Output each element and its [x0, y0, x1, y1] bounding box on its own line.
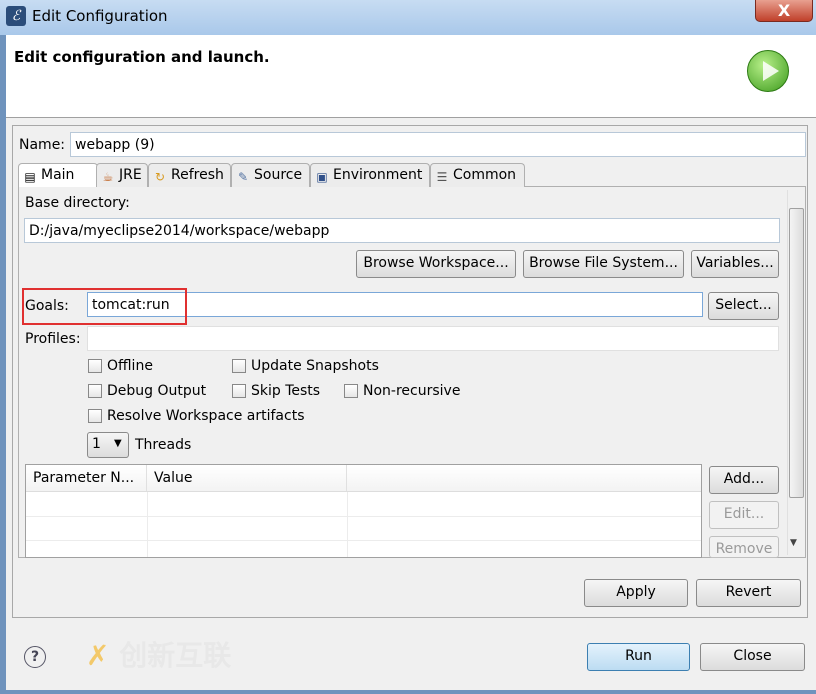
jre-icon: ☕ — [102, 170, 114, 184]
skip-tests-label: Skip Tests — [251, 383, 321, 399]
parameters-table[interactable]: Parameter N... Value — [25, 464, 702, 558]
name-input[interactable]: webapp (9) — [70, 132, 806, 157]
close-button[interactable]: Close — [700, 643, 805, 671]
select-goals-button[interactable]: Select... — [708, 292, 779, 320]
resolve-workspace-label: Resolve Workspace artifacts — [107, 408, 305, 424]
scroll-down-arrow-icon[interactable]: ▼ — [790, 538, 797, 548]
watermark-logo: ✗ 创新互联 — [86, 639, 232, 672]
threads-dropdown[interactable]: 1 ▼ — [87, 432, 129, 458]
tab-environment[interactable]: ▣ Environment — [310, 163, 430, 187]
update-snapshots-checkbox[interactable] — [232, 359, 246, 373]
update-snapshots-label: Update Snapshots — [251, 358, 379, 374]
tab-main[interactable]: ▤ Main — [18, 163, 98, 187]
scrollbar-thumb[interactable] — [789, 208, 804, 498]
run-button[interactable]: Run — [587, 643, 690, 671]
tab-refresh[interactable]: ↻ Refresh — [148, 163, 231, 187]
help-icon[interactable]: ? — [24, 646, 46, 668]
non-recursive-label: Non-recursive — [363, 383, 461, 399]
tab-jre[interactable]: ☕ JRE — [96, 163, 148, 187]
column-header-parameter-name[interactable]: Parameter N... — [26, 465, 147, 492]
add-parameter-button[interactable]: Add... — [709, 466, 779, 494]
tab-common[interactable]: ☰ Common — [430, 163, 525, 187]
debug-output-label: Debug Output — [107, 383, 207, 399]
offline-checkbox[interactable] — [88, 359, 102, 373]
profiles-input[interactable] — [87, 326, 779, 351]
remove-parameter-button[interactable]: Remove — [709, 536, 779, 558]
column-header-empty — [347, 465, 701, 492]
tab-source[interactable]: ✎ Source — [231, 163, 310, 187]
profiles-label: Profiles: — [25, 331, 81, 347]
environment-icon: ▣ — [316, 170, 328, 184]
debug-output-checkbox[interactable] — [88, 384, 102, 398]
browse-file-system-button[interactable]: Browse File System... — [523, 250, 684, 278]
threads-label: Threads — [135, 437, 192, 453]
edit-parameter-button[interactable]: Edit... — [709, 501, 779, 529]
non-recursive-checkbox[interactable] — [344, 384, 358, 398]
resolve-workspace-checkbox[interactable] — [88, 409, 102, 423]
common-icon: ☰ — [436, 170, 448, 184]
table-row — [26, 540, 701, 541]
window-close-button[interactable]: X — [755, 0, 813, 22]
header-title: Edit configuration and launch. — [14, 48, 270, 66]
base-directory-input[interactable]: D:/java/myeclipse2014/workspace/webapp — [24, 218, 780, 243]
browse-workspace-button[interactable]: Browse Workspace... — [356, 250, 516, 278]
column-divider — [147, 492, 148, 557]
name-label: Name: — [19, 137, 66, 153]
source-icon: ✎ — [237, 170, 249, 184]
chevron-down-icon: ▼ — [114, 438, 122, 449]
variables-button[interactable]: Variables... — [691, 250, 779, 278]
refresh-icon: ↻ — [154, 170, 166, 184]
column-header-value[interactable]: Value — [147, 465, 347, 492]
window-title: Edit Configuration — [32, 7, 168, 25]
offline-label: Offline — [107, 358, 153, 374]
skip-tests-checkbox[interactable] — [232, 384, 246, 398]
column-divider — [347, 492, 348, 557]
table-row — [26, 516, 701, 517]
run-icon — [747, 50, 789, 92]
app-icon: ℰ — [6, 6, 26, 26]
base-directory-label: Base directory: — [25, 195, 130, 211]
revert-button[interactable]: Revert — [696, 579, 801, 607]
apply-button[interactable]: Apply — [584, 579, 688, 607]
main-tab-icon: ▤ — [24, 170, 36, 184]
goals-highlight-box — [22, 288, 187, 325]
